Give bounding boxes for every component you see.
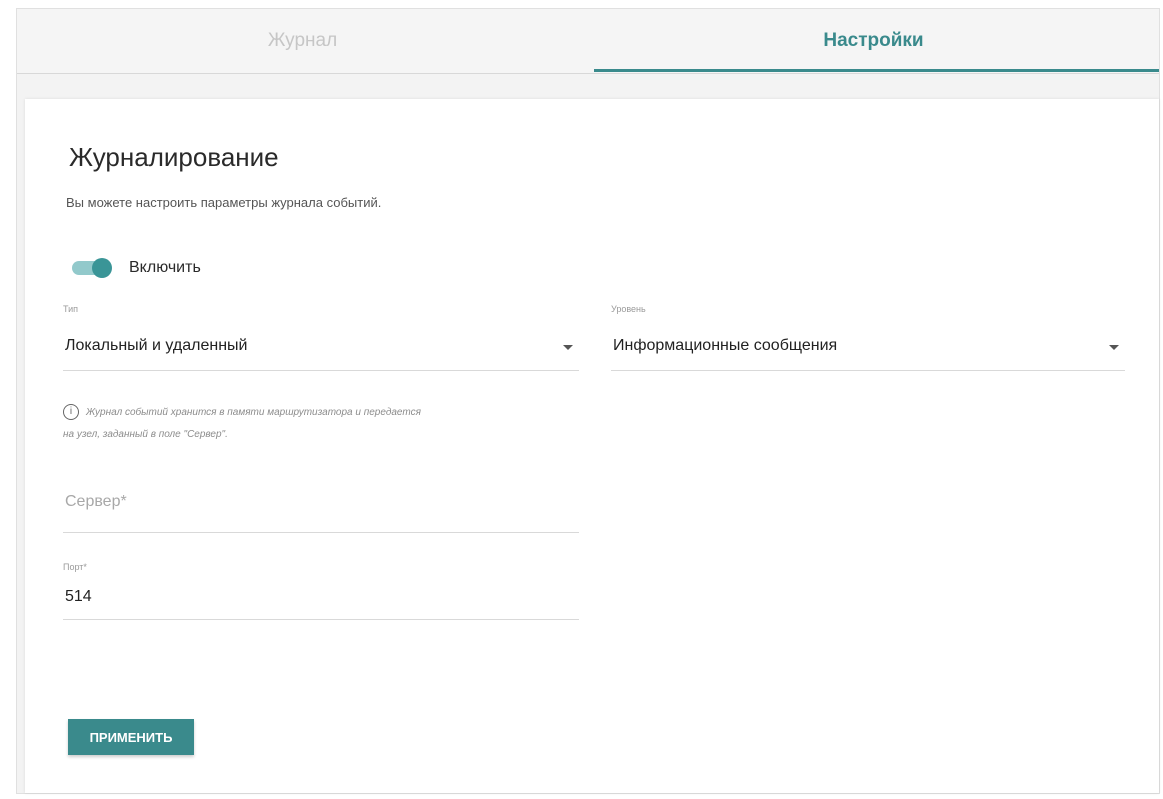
port-input[interactable]: Порт* 514 [63, 562, 579, 620]
enable-toggle-label: Включить [129, 259, 201, 276]
type-select[interactable]: Тип Локальный и удаленный [63, 304, 579, 371]
type-select-value: Локальный и удаленный [65, 337, 248, 354]
level-select[interactable]: Уровень Информационные сообщения [611, 304, 1125, 371]
hint-line-1: Журнал событий хранится в памяти маршрут… [86, 407, 421, 418]
tab-settings[interactable]: Настройки [588, 9, 1159, 73]
chevron-down-icon [1109, 345, 1119, 350]
level-select-value: Информационные сообщения [613, 337, 838, 354]
page-title: Журналирование [69, 142, 279, 172]
port-input-value: 514 [65, 588, 92, 605]
toggle-knob [92, 258, 112, 278]
type-select-label: Тип [63, 304, 79, 314]
apply-button[interactable]: ПРИМЕНИТЬ [68, 719, 194, 755]
tab-bar: Журнал Настройки [17, 9, 1159, 74]
active-tab-indicator [594, 69, 1159, 72]
hint-text: i Журнал событий хранится в памяти маршру… [63, 402, 583, 446]
level-select-label: Уровень [611, 304, 646, 314]
server-input-placeholder: Сервер* [65, 493, 127, 510]
enable-toggle[interactable] [72, 258, 112, 278]
tab-log[interactable]: Журнал [17, 9, 588, 73]
hint-line-2: на узел, заданный в поле "Сервер". [63, 429, 228, 440]
port-input-label: Порт* [63, 562, 87, 572]
chevron-down-icon [563, 345, 573, 350]
settings-frame: Журнал Настройки Журналирование Вы может… [16, 8, 1160, 794]
server-input[interactable]: Сервер* [63, 487, 579, 533]
info-icon: i [63, 404, 79, 421]
page-description: Вы можете настроить параметры журнала со… [66, 195, 382, 210]
logging-card: Журналирование Вы можете настроить парам… [25, 99, 1159, 793]
